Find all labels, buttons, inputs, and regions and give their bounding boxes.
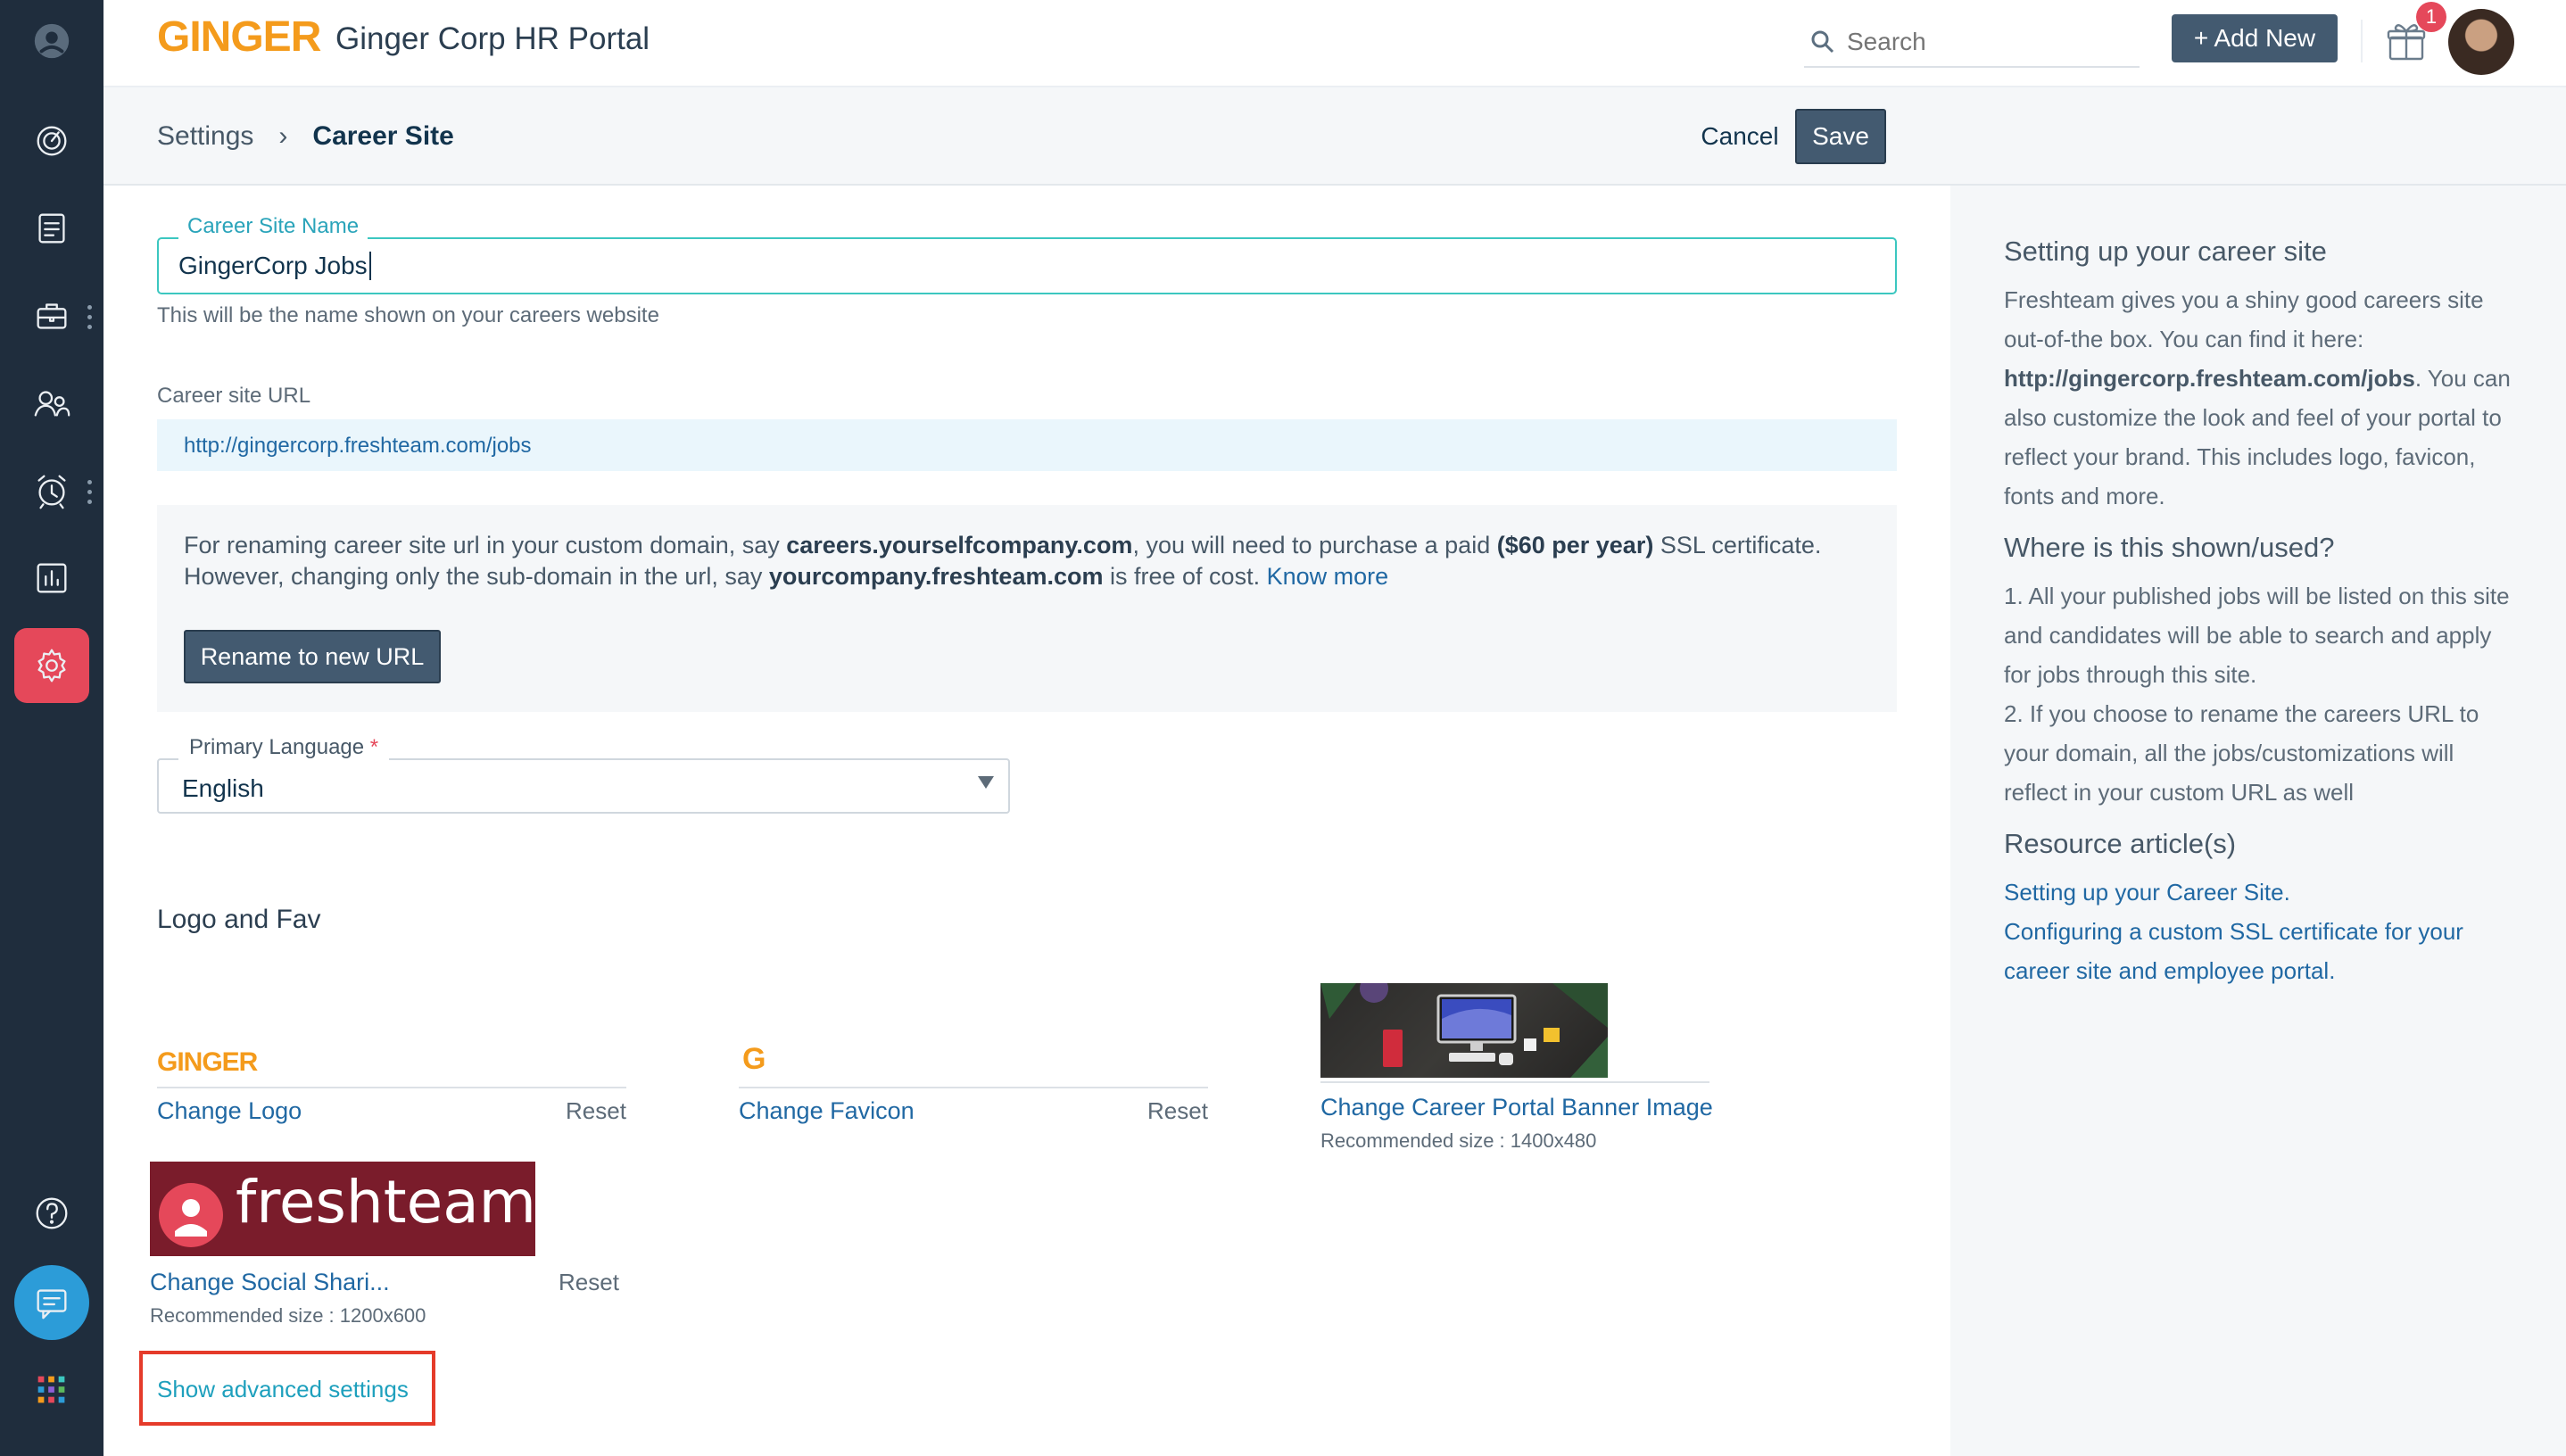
dashboard-icon[interactable] — [14, 103, 89, 178]
resource-link-setup[interactable]: Setting up your Career Site. — [2004, 873, 2512, 912]
rename-url-info-text: For renaming career site url in your cus… — [184, 532, 1822, 590]
app-logo[interactable]: GINGER — [157, 12, 321, 62]
change-social-share-link[interactable]: Change Social Shari... — [150, 1269, 390, 1296]
resource-link-ssl[interactable]: Configuring a custom SSL certificate for… — [2004, 912, 2512, 990]
briefcase-more-icon[interactable] — [87, 305, 93, 332]
banner-recommended-size: Recommended size : 1400x480 — [1320, 1129, 1597, 1152]
save-button[interactable]: Save — [1795, 109, 1886, 164]
banner-preview-image — [1320, 983, 1608, 1078]
dropdown-arrow-icon — [978, 776, 994, 789]
help-setup-text: Freshteam gives you a shiny good careers… — [2004, 286, 2511, 509]
left-sidebar — [0, 0, 103, 1456]
chevron-right-icon: › — [278, 121, 288, 151]
breadcrumb: Settings › Career Site — [157, 121, 454, 152]
primary-language-label: Primary Language * — [178, 735, 390, 760]
page-subheader: Settings › Career Site Cancel Save — [103, 87, 2566, 186]
breadcrumb-current: Career Site — [312, 121, 454, 151]
career-site-name-help: This will be the name shown on your care… — [157, 303, 659, 327]
user-profile-icon[interactable] — [14, 4, 89, 79]
show-advanced-settings-link[interactable]: Show advanced settings — [157, 1376, 409, 1403]
help-usage-point-1: 1. All your published jobs will be liste… — [2004, 583, 2510, 688]
career-site-url-label: Career site URL — [157, 384, 311, 408]
alarm-clock-icon[interactable] — [14, 453, 89, 528]
rename-url-button[interactable]: Rename to new URL — [184, 630, 441, 683]
header-divider — [2361, 20, 2363, 62]
settings-icon[interactable] — [14, 628, 89, 703]
change-logo-link[interactable]: Change Logo — [157, 1097, 302, 1125]
change-banner-link[interactable]: Change Career Portal Banner Image — [1320, 1094, 1713, 1121]
reset-favicon-link[interactable]: Reset — [1147, 1097, 1208, 1125]
help-panel: Setting up your career site Freshteam gi… — [1950, 186, 2566, 1456]
user-avatar[interactable] — [2448, 9, 2514, 75]
favicon-preview: G — [742, 1042, 766, 1076]
documents-icon[interactable] — [14, 191, 89, 266]
add-new-button[interactable]: + Add New — [2172, 14, 2338, 62]
reports-icon[interactable] — [14, 541, 89, 616]
chat-icon[interactable] — [14, 1265, 89, 1340]
career-site-form: GingerCorp Jobs Career Site Name This wi… — [103, 186, 1950, 1456]
search-icon — [1811, 30, 1834, 54]
cancel-button[interactable]: Cancel — [1670, 111, 1809, 162]
career-site-name-field[interactable]: GingerCorp Jobs — [157, 237, 1897, 294]
favicon-asset: G Change Favicon Reset — [739, 1042, 1208, 1131]
app-title: Ginger Corp HR Portal — [335, 21, 650, 56]
logo-preview: GINGER — [157, 1047, 258, 1077]
logo-section-title: Logo and Fav — [157, 905, 321, 934]
social-recommended-size: Recommended size : 1200x600 — [150, 1304, 426, 1327]
career-site-name-label: Career Site Name — [178, 214, 368, 239]
reset-social-share-link[interactable]: Reset — [559, 1269, 619, 1296]
social-share-preview-image: freshteam — [150, 1162, 535, 1256]
breadcrumb-settings[interactable]: Settings — [157, 121, 253, 152]
help-icon[interactable] — [14, 1176, 89, 1251]
primary-language-value: English — [182, 774, 264, 802]
notification-badge: 1 — [2416, 2, 2446, 32]
apps-grid-icon[interactable] — [14, 1353, 89, 1427]
people-icon[interactable] — [14, 366, 89, 441]
help-heading-resources: Resource article(s) — [2004, 828, 2237, 859]
alarm-more-icon[interactable] — [87, 480, 93, 507]
social-preview-text: freshteam — [236, 1168, 535, 1237]
social-share-asset: freshteam Change Social Shari... Reset R… — [150, 1162, 619, 1340]
search-bar[interactable] — [1804, 18, 2140, 68]
banner-asset: Change Career Portal Banner Image Recomm… — [1320, 983, 1713, 1162]
search-input[interactable] — [1847, 28, 2115, 56]
briefcase-icon[interactable] — [14, 278, 89, 353]
career-site-url-value[interactable]: http://gingercorp.freshteam.com/jobs — [157, 419, 1897, 471]
reset-logo-link[interactable]: Reset — [566, 1097, 626, 1125]
primary-language-select[interactable]: English — [157, 758, 1010, 814]
top-header: GINGER Ginger Corp HR Portal + Add New 1 — [103, 0, 2566, 87]
required-asterisk: * — [369, 735, 379, 759]
logo-asset: GINGER Change Logo Reset — [157, 1042, 626, 1131]
know-more-link[interactable]: Know more — [1267, 563, 1389, 590]
help-usage-point-2: 2. If you choose to rename the careers U… — [2004, 700, 2479, 806]
career-site-name-input[interactable]: GingerCorp Jobs — [178, 252, 371, 280]
help-heading-setup: Setting up your career site — [2004, 236, 2327, 267]
help-heading-usage: Where is this shown/used? — [2004, 532, 2335, 563]
advanced-settings-highlight: Show advanced settings — [139, 1351, 435, 1426]
change-favicon-link[interactable]: Change Favicon — [739, 1097, 915, 1125]
rename-url-info-box: For renaming career site url in your cus… — [157, 505, 1897, 712]
